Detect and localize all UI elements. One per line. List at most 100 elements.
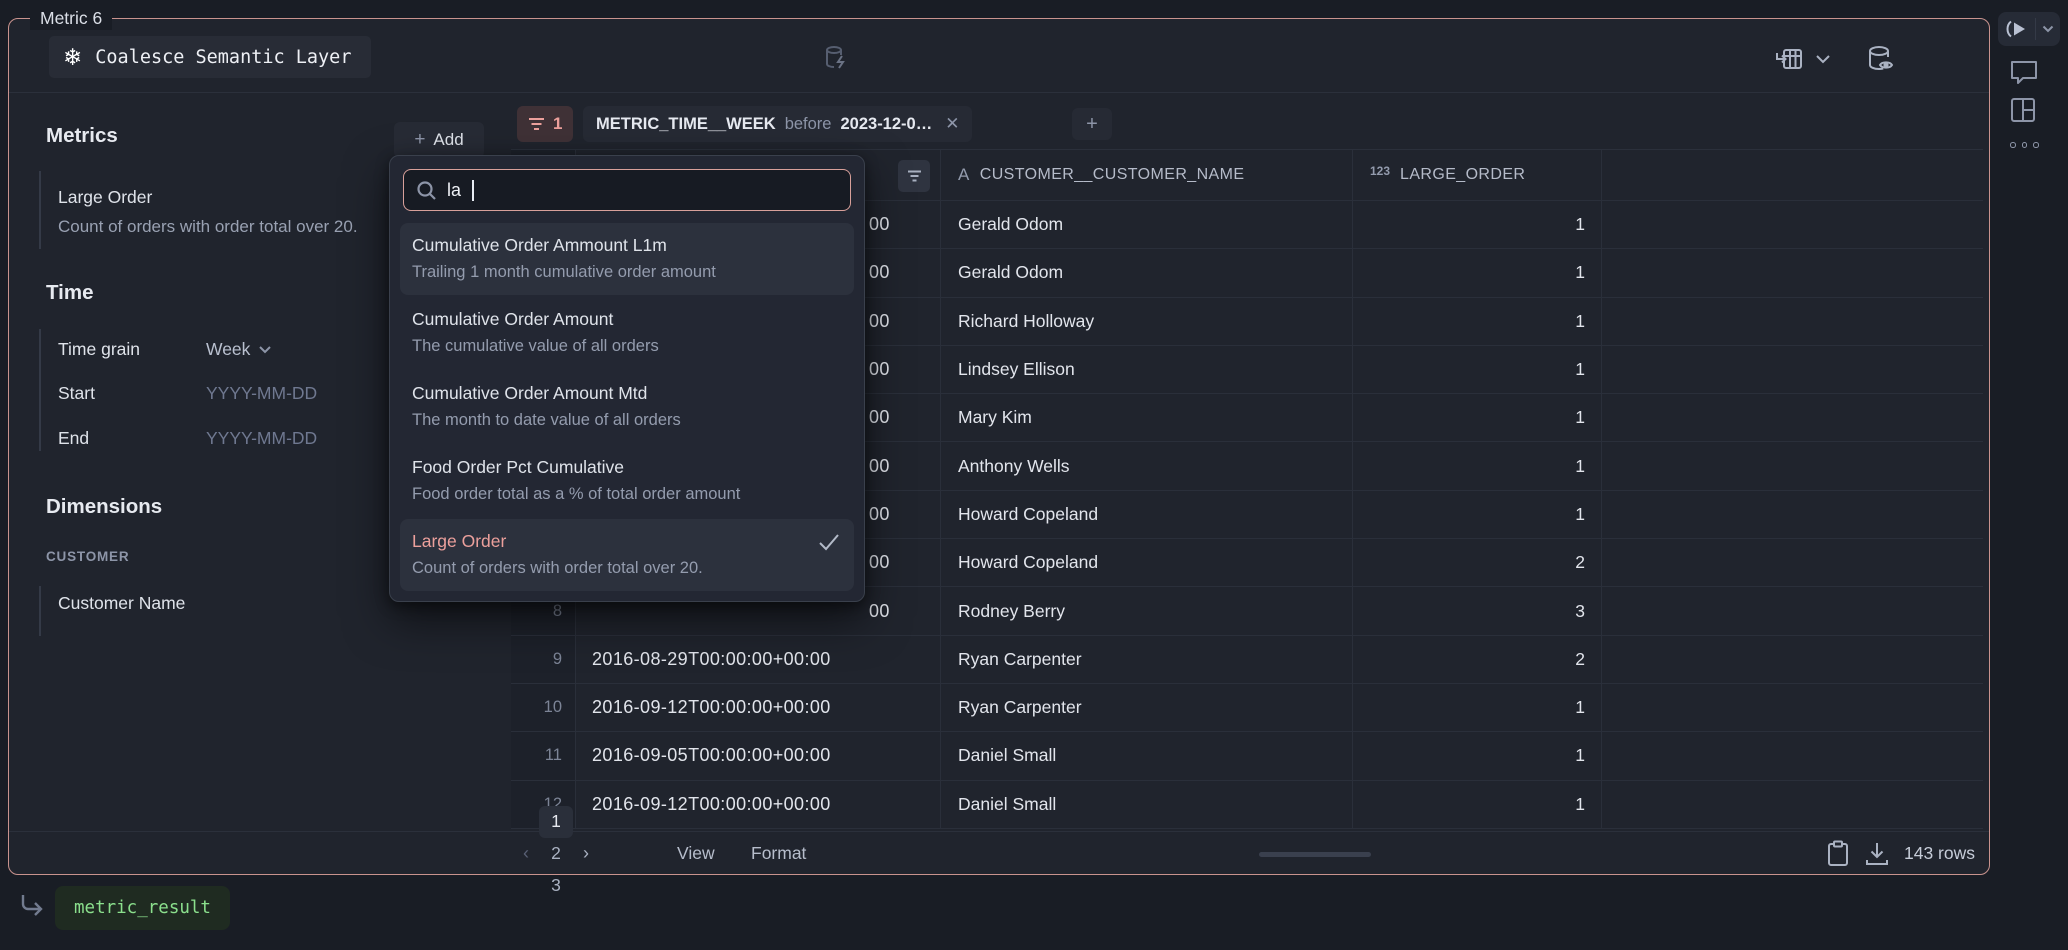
page-button[interactable]: 3 — [539, 870, 573, 902]
clipboard-icon[interactable] — [1826, 840, 1850, 868]
header-customer-name[interactable]: A CUSTOMER__CUSTOMER_NAME — [941, 150, 1353, 200]
cell-metric-time-week: 2016-09-05T00:00:00+00:00 — [576, 732, 941, 779]
prev-page-icon[interactable]: ‹ — [517, 843, 535, 864]
column-filter-icon[interactable] — [898, 160, 930, 192]
time-grain-label: Time grain — [58, 339, 140, 360]
search-query: la — [447, 180, 461, 201]
cell-large-order: 1 — [1353, 684, 1602, 731]
coalesce-logo-icon: ❄ — [63, 46, 82, 69]
cell-spacer — [1602, 346, 1983, 393]
cell-row-index: 9 — [511, 636, 576, 683]
comment-bubble-icon[interactable] — [2009, 58, 2039, 86]
add-metric-button[interactable]: + Add — [394, 122, 484, 158]
metric-option-description: The cumulative value of all orders — [412, 337, 842, 356]
search-icon — [416, 180, 437, 201]
end-date-input[interactable]: YYYY-MM-DD — [206, 428, 317, 449]
time-grain-select[interactable]: Week — [206, 339, 272, 360]
metric-option[interactable]: Food Order Pct Cumulative Food order tot… — [400, 445, 854, 517]
filter-count-badge[interactable]: 1 — [517, 106, 573, 142]
run-options-chevron-icon[interactable] — [2036, 25, 2060, 33]
cell-spacer — [1602, 491, 1983, 538]
selected-metric-name[interactable]: Large Order — [58, 187, 152, 208]
return-arrow-icon — [16, 890, 48, 922]
dimension-item[interactable]: Customer Name — [58, 593, 185, 614]
cell-large-order: 1 — [1353, 346, 1602, 393]
output-variable[interactable]: metric_result — [55, 886, 230, 930]
download-icon[interactable] — [1864, 841, 1890, 867]
database-eye-icon[interactable] — [1865, 44, 1899, 74]
dimension-group-label: CUSTOMER — [46, 549, 129, 564]
filter-value: 2023-12-0… — [840, 115, 932, 134]
cell-large-order: 1 — [1353, 298, 1602, 345]
page-button[interactable]: 1 — [539, 806, 573, 838]
metric-option-title: Cumulative Order Amount Mtd — [412, 383, 842, 404]
add-metric-label: Add — [433, 130, 463, 150]
metric-option[interactable]: Cumulative Order Ammount L1m Trailing 1 … — [400, 223, 854, 295]
cell-spacer — [1602, 298, 1983, 345]
cell-spacer — [1602, 394, 1983, 441]
metric-option[interactable]: Cumulative Order Amount The cumulative v… — [400, 297, 854, 369]
cell-customer-name: Rodney Berry — [941, 587, 1353, 634]
metric-option[interactable]: Cumulative Order Amount Mtd The month to… — [400, 371, 854, 443]
view-button[interactable]: View — [677, 832, 715, 875]
horizontal-scrollbar[interactable] — [1259, 852, 1371, 857]
table-row: 10 2016-09-12T00:00:00+00:00 Ryan Carpen… — [511, 684, 1983, 732]
database-lightning-icon[interactable] — [821, 43, 851, 73]
table-footer: ‹ 123 › View Format 143 rows — [9, 831, 1989, 875]
add-filter-button[interactable]: + — [1072, 108, 1112, 140]
cell-spacer — [1602, 249, 1983, 296]
cell-large-order: 1 — [1353, 249, 1602, 296]
metric-option-description: Count of orders with order total over 20… — [412, 559, 842, 578]
next-page-icon[interactable]: › — [577, 843, 595, 864]
metric-option-title: Cumulative Order Ammount L1m — [412, 235, 842, 256]
table-import-icon[interactable] — [1775, 45, 1805, 73]
cell-customer-name: Ryan Carpenter — [941, 636, 1353, 683]
indent-guide — [39, 171, 41, 249]
header-spacer — [1602, 150, 1983, 200]
format-button[interactable]: Format — [751, 832, 806, 875]
cell-customer-name: Ryan Carpenter — [941, 684, 1353, 731]
cell-row-index: 11 — [511, 732, 576, 779]
filter-icon — [528, 117, 545, 131]
start-date-input[interactable]: YYYY-MM-DD — [206, 383, 317, 404]
table-row: 9 2016-08-29T00:00:00+00:00 Ryan Carpent… — [511, 636, 1983, 684]
cell-large-order: 1 — [1353, 491, 1602, 538]
cell-spacer — [1602, 201, 1983, 248]
page-button[interactable]: 2 — [539, 838, 573, 870]
cell-name-label[interactable]: Metric 6 — [30, 6, 112, 30]
cell-customer-name: Mary Kim — [941, 394, 1353, 441]
cell-spacer — [1602, 684, 1983, 731]
cell-customer-name: Daniel Small — [941, 781, 1353, 828]
header-large-order[interactable]: 123 LARGE_ORDER — [1353, 150, 1602, 200]
cell-metric-time-week: 2016-08-29T00:00:00+00:00 — [576, 636, 941, 683]
remove-filter-icon[interactable]: ✕ — [945, 114, 959, 134]
metric-search-dropdown: la Cumulative Order Ammount L1m Trailing… — [389, 155, 865, 602]
cell-customer-name: Howard Copeland — [941, 539, 1353, 586]
layout-columns-icon[interactable] — [2009, 96, 2037, 124]
cell-spacer — [1602, 781, 1983, 828]
cell-spacer — [1602, 539, 1983, 586]
cell-large-order: 1 — [1353, 201, 1602, 248]
metric-option[interactable]: Large Order Count of orders with order t… — [400, 519, 854, 591]
chevron-down-icon[interactable] — [1815, 54, 1831, 64]
cell-metric-time-week: 2016-09-12T00:00:00+00:00 — [576, 684, 941, 731]
cell-type-pill[interactable]: ❄ Coalesce Semantic Layer — [49, 36, 371, 78]
cell-row-index: 10 — [511, 684, 576, 731]
cell-large-order: 1 — [1353, 732, 1602, 779]
run-cell-button[interactable] — [1998, 12, 2060, 46]
cell-large-order: 2 — [1353, 539, 1602, 586]
filter-operator: before — [785, 115, 832, 134]
metric-option-description: Trailing 1 month cumulative order amount — [412, 263, 842, 282]
table-row: 11 2016-09-05T00:00:00+00:00 Daniel Smal… — [511, 732, 1983, 780]
cell-large-order: 3 — [1353, 587, 1602, 634]
metric-search-input[interactable]: la — [403, 169, 851, 211]
filter-chip[interactable]: METRIC_TIME__WEEK before 2023-12-0… ✕ — [583, 106, 972, 142]
notebook-cell: ❄ Coalesce Semantic Layer — [8, 18, 1990, 875]
cell-large-order: 1 — [1353, 394, 1602, 441]
chevron-down-icon — [258, 345, 272, 354]
metric-option-title: Large Order — [412, 531, 842, 552]
run-cell-icon — [1998, 20, 2035, 38]
ellipsis-icon[interactable] — [2010, 142, 2039, 148]
header-large-order-label: LARGE_ORDER — [1400, 166, 1525, 184]
cell-large-order: 2 — [1353, 636, 1602, 683]
